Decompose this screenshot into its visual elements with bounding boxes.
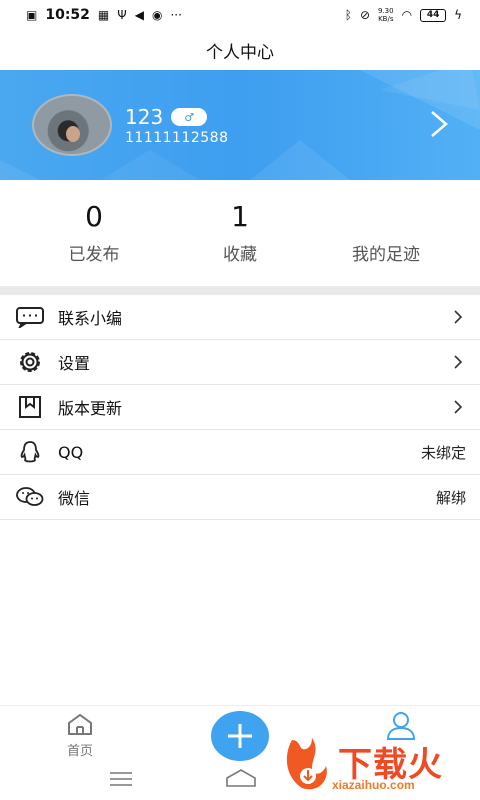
user-phone: 11111112588 [125, 130, 229, 146]
stat-favorites[interactable]: 1 收藏 [180, 200, 300, 265]
menu-item-wechat[interactable]: 微信 解绑 [0, 475, 480, 520]
bluetooth-icon: ᛒ [344, 8, 352, 22]
profile-banner[interactable]: 123 ♂ 11111112588 [0, 70, 480, 180]
status-time: 10:52 [45, 7, 90, 23]
menu-item-qq[interactable]: QQ 未绑定 [0, 430, 480, 475]
qq-icon [14, 437, 46, 467]
app-notification-icon: ▦ [97, 8, 110, 22]
gender-male-icon: ♂ [171, 108, 208, 126]
add-post-button[interactable] [211, 711, 269, 761]
stat-published-label: 已发布 [68, 245, 120, 265]
chevron-right-icon [454, 400, 463, 414]
avatar[interactable] [32, 94, 112, 156]
section-divider [0, 286, 480, 295]
qq-bind-status: 未绑定 [420, 443, 466, 462]
more-icon: ··· [170, 8, 182, 22]
usb-icon: Ψ [117, 8, 127, 22]
wifi-icon: ◠ [401, 8, 413, 22]
home-outline-icon[interactable] [225, 768, 257, 788]
settings-menu: 联系小编 设置 版本更新 QQ 未绑定 微信 解绑 [0, 295, 480, 520]
wechat-icon [14, 482, 46, 512]
menu-lines-icon[interactable] [110, 772, 132, 786]
wechat-unbind-button[interactable]: 解绑 [436, 487, 466, 508]
mute-icon: ⊘ [359, 8, 370, 22]
charging-icon: ϟ [454, 8, 462, 22]
battery-icon: 44 [420, 8, 447, 22]
menu-item-settings[interactable]: 设置 [0, 340, 480, 385]
chevron-right-icon [454, 355, 463, 369]
chevron-right-icon[interactable] [428, 110, 450, 138]
status-bar: ▣ 10:52 ▦ Ψ ◀ ◉ ··· ᛒ ⊘ 9.30 KB/s ◠ 44 ϟ [0, 0, 480, 30]
chevron-right-icon [454, 310, 463, 324]
home-icon [68, 713, 92, 735]
stat-favorites-label: 收藏 [223, 245, 257, 265]
username-row: 123 ♂ [125, 105, 208, 129]
nav-home-tab[interactable]: 首页 [55, 712, 105, 759]
menu-item-label: 设置 [58, 354, 91, 373]
network-speed: 9.30 KB/s [378, 7, 394, 23]
menu-item-label: 微信 [58, 489, 91, 508]
bookmark-icon [14, 392, 46, 422]
stat-favorites-count: 1 [231, 200, 249, 233]
menu-item-version-update[interactable]: 版本更新 [0, 385, 480, 430]
chat-bubble-icon [14, 302, 46, 332]
menu-item-label: QQ [58, 442, 84, 462]
menu-item-contact-editor[interactable]: 联系小编 [0, 295, 480, 340]
gear-icon [14, 347, 46, 377]
stat-published[interactable]: 0 已发布 [34, 200, 154, 265]
menu-item-label: 联系小编 [58, 309, 123, 328]
watermark-url: xiazaihuo.com [332, 778, 415, 792]
sim-icon: ▣ [26, 8, 38, 22]
nav-home-label: 首页 [66, 744, 93, 759]
username: 123 [125, 105, 164, 129]
stat-history-count [326, 200, 446, 234]
stat-published-count: 0 [85, 200, 103, 233]
cat-icon: ◉ [151, 8, 163, 22]
stats-row: 0 已发布 1 收藏 我的足迹 [0, 182, 480, 286]
plus-icon [228, 724, 252, 748]
stat-history[interactable]: 我的足迹 [326, 200, 446, 265]
volume-icon: ◀ [134, 8, 144, 22]
menu-item-label: 版本更新 [58, 399, 123, 418]
stat-history-label: 我的足迹 [352, 245, 420, 265]
page-title: 个人中心 [206, 42, 274, 63]
